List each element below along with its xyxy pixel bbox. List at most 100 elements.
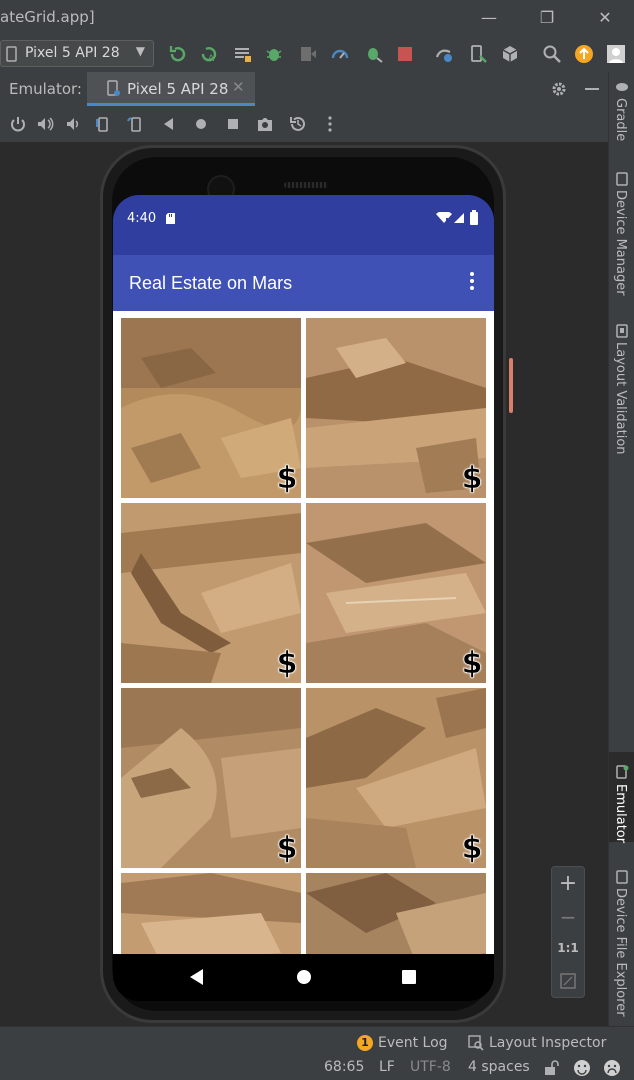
mars-photo (306, 318, 486, 498)
debug-icon[interactable] (264, 44, 284, 64)
mars-photo-tile[interactable]: $ (121, 318, 301, 498)
app-bar: Real Estate on Mars (113, 255, 494, 311)
home-icon[interactable] (192, 115, 210, 133)
device-manager-icon (616, 172, 628, 186)
event-log-button[interactable]: Event Log (378, 1035, 448, 1051)
more-options-icon[interactable] (321, 115, 339, 133)
emulator-label: Emulator: (9, 80, 82, 98)
apply-code-changes-icon[interactable]: A (199, 44, 219, 64)
bottom-tool-bar: 1 Event Log Layout Inspector (0, 1026, 634, 1059)
line-separator[interactable]: LF (379, 1059, 395, 1075)
chevron-down-icon: ▼ (135, 44, 145, 58)
update-icon[interactable] (574, 44, 594, 64)
nav-recents-icon[interactable] (401, 968, 417, 986)
volume-down-icon[interactable] (64, 115, 82, 133)
rotate-right-icon[interactable] (126, 115, 144, 133)
mars-photo (121, 873, 301, 954)
mars-photo-tile[interactable] (121, 873, 301, 954)
gradle-icon (616, 83, 628, 91)
sdk-manager-icon[interactable] (500, 44, 520, 64)
happy-face-icon[interactable] (573, 1059, 591, 1077)
mars-photo-tile[interactable]: $ (306, 318, 486, 498)
price-symbol: $ (276, 646, 298, 681)
mars-photo-tile[interactable]: $ (306, 503, 486, 683)
mars-photo (306, 688, 486, 868)
tab-device-file-explorer[interactable]: Device File Explorer (613, 888, 628, 1017)
power-icon[interactable] (9, 115, 27, 133)
close-button[interactable]: ✕ (590, 6, 620, 30)
emulator-icon (616, 765, 629, 779)
main-toolbar: Pixel 5 API 28 ▼ A (0, 36, 634, 73)
tab-gradle[interactable]: Gradle (613, 98, 628, 141)
nav-home-icon[interactable] (296, 968, 312, 986)
window-title: ateGrid.app] (0, 8, 95, 26)
mars-photo-tile[interactable]: $ (121, 688, 301, 868)
speaker-grille (284, 182, 328, 188)
right-tool-strip: Gradle Device Manager Layout Validation … (608, 72, 634, 1026)
sync-gradle-icon[interactable] (434, 44, 454, 64)
tab-pixel-5[interactable]: Pixel 5 API 28 ✕ (87, 72, 255, 106)
apply-changes-icon[interactable] (168, 44, 188, 64)
search-icon[interactable] (542, 44, 562, 64)
zoom-controls: + − 1:1 (551, 866, 585, 998)
android-nav-bar (113, 954, 494, 1001)
status-bar: 68:65 LF UTF-8 4 spaces (0, 1056, 634, 1080)
lock-open-icon[interactable] (543, 1060, 559, 1076)
mars-photo (121, 318, 301, 498)
caret-position[interactable]: 68:65 (324, 1059, 364, 1075)
maximize-button[interactable]: ❐ (532, 6, 562, 30)
gear-icon[interactable] (550, 80, 568, 98)
device-selector[interactable]: Pixel 5 API 28 ▼ (0, 40, 154, 67)
rotate-left-icon[interactable] (93, 115, 111, 133)
device-selector-label: Pixel 5 API 28 (25, 45, 120, 61)
debug-attach-icon[interactable] (364, 44, 384, 64)
power-key[interactable] (509, 358, 513, 413)
phone-icon (6, 46, 17, 62)
emulator-controls (0, 106, 608, 142)
svg-text:A: A (208, 54, 215, 64)
app-title: Real Estate on Mars (129, 273, 293, 293)
device-file-explorer-icon (616, 870, 628, 884)
tab-label: Pixel 5 API 28 (127, 80, 229, 98)
file-encoding[interactable]: UTF-8 (410, 1059, 451, 1075)
layout-inspector-icon (468, 1035, 484, 1051)
device-manager-icon[interactable] (468, 44, 488, 64)
account-icon[interactable] (606, 44, 626, 64)
volume-up-icon[interactable] (36, 115, 54, 133)
mars-photo-tile[interactable] (306, 873, 486, 954)
camera-icon[interactable] (256, 115, 274, 133)
layout-inspector-button[interactable]: Layout Inspector (489, 1035, 606, 1051)
battery-icon (470, 210, 478, 225)
close-tab-icon[interactable]: ✕ (232, 78, 245, 96)
back-icon[interactable] (160, 115, 178, 133)
overflow-menu-icon[interactable] (464, 269, 480, 293)
minimize-button[interactable]: — (474, 6, 504, 30)
attach-debugger-icon[interactable] (298, 44, 318, 64)
zoom-fit-icon[interactable] (560, 973, 576, 989)
mars-photo-tile[interactable]: $ (306, 688, 486, 868)
sd-card-icon (166, 213, 175, 224)
indent-setting[interactable]: 4 spaces (468, 1059, 530, 1075)
hide-panel-button[interactable] (585, 88, 599, 90)
mars-photo (121, 503, 301, 683)
device-screen[interactable]: 4:40 Real Estate on Mars $ $ $ $ $ $ (113, 195, 494, 1001)
tab-emulator[interactable]: Emulator (613, 784, 628, 843)
mars-photo-tile[interactable]: $ (121, 503, 301, 683)
tab-layout-validation[interactable]: Layout Validation (613, 342, 628, 455)
overview-icon[interactable] (224, 115, 242, 133)
tab-device-manager[interactable]: Device Manager (613, 190, 628, 296)
stop-icon[interactable] (395, 44, 415, 64)
price-symbol: $ (461, 646, 483, 681)
zoom-out-button[interactable]: − (552, 905, 584, 929)
price-symbol: $ (461, 461, 483, 496)
logcat-icon[interactable] (233, 44, 253, 64)
profiler-icon[interactable] (330, 44, 350, 64)
snapshot-icon[interactable] (289, 115, 307, 133)
layout-validation-icon (616, 324, 628, 338)
sad-face-icon[interactable] (603, 1059, 621, 1077)
zoom-actual-size-button[interactable]: 1:1 (552, 941, 584, 955)
phone-icon (107, 80, 120, 96)
zoom-in-button[interactable]: + (552, 871, 584, 896)
android-status-bar: 4:40 (113, 195, 494, 255)
nav-back-icon[interactable] (189, 968, 205, 986)
